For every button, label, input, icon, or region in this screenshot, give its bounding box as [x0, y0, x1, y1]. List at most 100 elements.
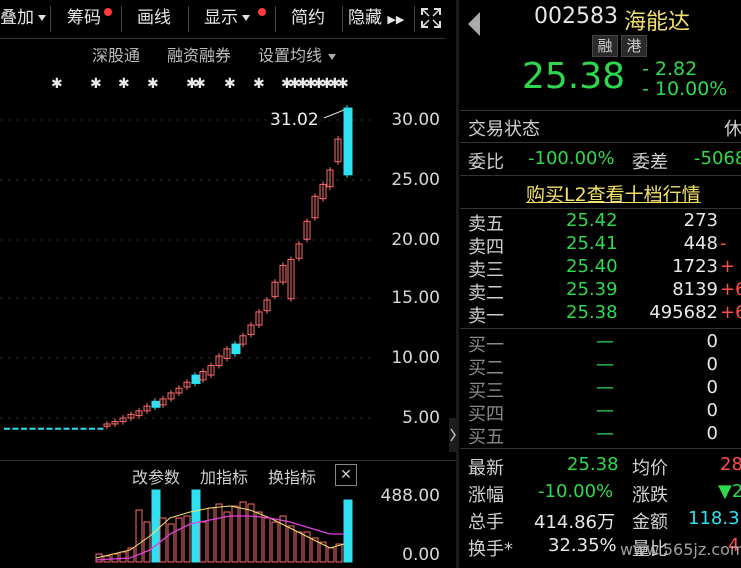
chg-label: 涨跌	[632, 485, 668, 506]
toolbar-divider	[414, 6, 415, 32]
draw-label: 画线	[137, 8, 171, 28]
display-button[interactable]: 显示	[196, 4, 258, 32]
buy-level-volume: 0	[706, 423, 718, 444]
commission-ratio-label: 委比	[468, 152, 504, 173]
back-button[interactable]	[466, 10, 482, 42]
simple-label: 简约	[291, 8, 325, 28]
candle	[63, 427, 70, 430]
volume-bar	[175, 517, 183, 563]
hide-button[interactable]: 隐藏 ▶▶	[348, 4, 410, 32]
notification-dot-icon	[258, 8, 266, 16]
watermark-text: www.565jz.com	[620, 540, 741, 559]
buy-level-price: —	[596, 354, 614, 375]
price-axis-label: 15.00	[391, 288, 440, 308]
l2-purchase-link[interactable]: 购买L2查看十档行情	[526, 180, 701, 207]
panel-splitter[interactable]	[456, 0, 459, 568]
buy-level-price: —	[596, 423, 614, 444]
sell-level-price: 25.40	[566, 256, 618, 277]
volume-bar	[247, 503, 255, 563]
volume-bar	[239, 501, 247, 563]
buy-level-volume: 0	[706, 331, 718, 352]
fullscreen-button[interactable]	[418, 4, 444, 32]
event-marker-icon[interactable]: ✱	[194, 76, 206, 92]
switch-indicator-button[interactable]: 换指标	[268, 464, 316, 488]
status-label: 交易状态	[468, 119, 540, 140]
price-change: - 2.82	[642, 58, 698, 80]
buy-level-volume: 0	[706, 354, 718, 375]
volume-bar	[143, 521, 151, 563]
double-chevron-right-icon: ▶▶	[387, 13, 405, 26]
add-indicator-button[interactable]: 加指标	[200, 464, 248, 488]
expand-handle[interactable]	[449, 418, 457, 452]
price-axis-label: 10.00	[391, 348, 440, 368]
price-change-pct: - 10.00%	[642, 78, 728, 100]
turnover-label: 换手*	[468, 539, 513, 560]
volume-bar	[343, 499, 353, 563]
overlay-label: 叠加	[0, 8, 34, 28]
sell-level-volume: 273	[683, 210, 718, 231]
candle	[29, 427, 36, 430]
close-icon: ✕	[340, 467, 352, 483]
toolbar-divider	[188, 6, 189, 32]
volume-value: 414.86万	[534, 512, 615, 533]
chips-button[interactable]: 筹码	[56, 4, 112, 32]
volume-bars	[95, 489, 353, 563]
high-marker: 31.02	[270, 109, 345, 130]
triangle-left-icon	[468, 12, 480, 36]
sell-level-change: +	[720, 256, 736, 277]
candle	[46, 427, 53, 430]
chevron-down-icon	[38, 15, 46, 21]
sell-level-label: 卖一	[468, 306, 504, 327]
event-marker-icon[interactable]: ✱	[337, 76, 349, 92]
event-marker-icon[interactable]: ✱	[253, 76, 265, 92]
edit-params-button[interactable]: 改参数	[132, 464, 180, 488]
event-marker-icon[interactable]: ✱	[224, 76, 236, 92]
candle	[343, 107, 353, 176]
sell-level-price: 25.39	[566, 279, 618, 300]
commission-diff-label: 委差	[632, 152, 668, 173]
volume-bar	[111, 553, 119, 563]
event-marker-icon[interactable]: ✱	[118, 76, 130, 92]
sell-level-change: +6	[720, 279, 741, 300]
volume-bar	[151, 489, 161, 563]
toolbar-divider	[50, 6, 51, 32]
overlay-button[interactable]: 叠加	[0, 4, 46, 32]
event-marker-icon[interactable]: ✱	[51, 76, 63, 92]
stock-code: 002583	[534, 4, 618, 29]
vol-axis-label: 0.00	[402, 545, 440, 565]
close-indicator-button[interactable]: ✕	[335, 464, 357, 486]
volume-bar	[255, 511, 263, 563]
status-value: 休	[724, 119, 741, 140]
divider	[460, 208, 741, 209]
volume-bar	[287, 525, 295, 563]
chg-pct-value: -10.00%	[538, 481, 614, 502]
chevron-down-icon	[328, 53, 337, 60]
divider	[460, 142, 741, 143]
avg-value: 28	[720, 454, 741, 475]
event-marker-icon[interactable]: ✱	[147, 76, 159, 92]
sell-level-price: 25.42	[566, 210, 618, 231]
display-label: 显示	[204, 8, 238, 28]
simple-button[interactable]: 简约	[282, 4, 334, 32]
volume-bar	[263, 517, 271, 563]
event-marker-icon[interactable]: ✱	[90, 76, 102, 92]
divider	[460, 110, 741, 111]
toolbar-divider	[121, 6, 122, 32]
candlesticks	[4, 105, 353, 430]
volume-bar	[183, 515, 191, 563]
draw-button[interactable]: 画线	[128, 4, 180, 32]
high-marker-label: 31.02	[270, 110, 319, 130]
latest-value: 25.38	[567, 454, 619, 475]
buy-level-label: 买五	[468, 427, 504, 448]
margin-link[interactable]: 融资融券	[167, 42, 231, 66]
candle	[12, 427, 19, 430]
ma-settings-link[interactable]: 设置均线	[258, 42, 337, 66]
chg-pct-label: 涨幅	[468, 485, 504, 506]
szt-link[interactable]: 深股通	[92, 42, 140, 66]
candle	[231, 343, 241, 355]
candle	[4, 427, 10, 430]
volume-label: 总手	[468, 512, 504, 533]
candle	[80, 427, 87, 430]
volume-bar	[191, 489, 201, 563]
buy-level-volume: 0	[706, 400, 718, 421]
